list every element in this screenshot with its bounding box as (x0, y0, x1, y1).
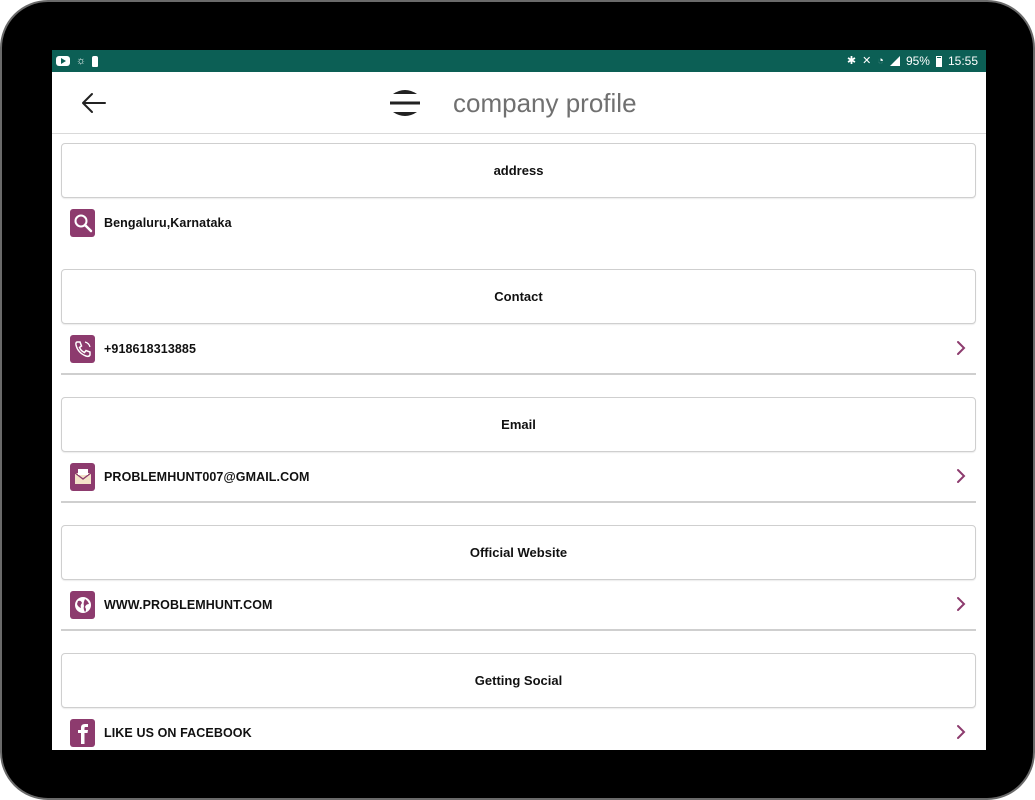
bluetooth-icon: ✱ (846, 54, 857, 67)
section-website: Official Website WWW.PROBLEMHUNT.COM (61, 525, 976, 631)
brightness-icon: ☼ (76, 54, 87, 67)
clock: 15:55 (947, 54, 978, 68)
battery-icon (935, 55, 942, 67)
phone-icon (70, 334, 95, 363)
back-button[interactable] (78, 87, 110, 119)
chevron-right-icon (957, 597, 966, 611)
search-icon (70, 208, 95, 237)
email-row[interactable]: PROBLEMHUNT007@GMAIL.COM (61, 452, 976, 503)
mail-icon (70, 462, 95, 491)
app-bar: company profile (52, 72, 986, 134)
section-address: address Bengaluru,Karnataka (61, 143, 976, 247)
wifi-icon: ◔ (877, 54, 884, 67)
email-value: PROBLEMHUNT007@GMAIL.COM (104, 469, 310, 484)
profile-content: address Bengaluru,Karnataka Contact +918… (61, 143, 976, 750)
section-social: Getting Social LIKE US ON FACEBOOK (61, 653, 976, 750)
youtube-icon (56, 56, 70, 66)
lock-icon (92, 55, 99, 67)
section-email: Email PROBLEMHUNT007@GMAIL.COM (61, 397, 976, 503)
section-header-address: address (61, 143, 976, 198)
facebook-row[interactable]: LIKE US ON FACEBOOK (61, 708, 976, 750)
arrow-left-icon (82, 93, 106, 113)
chevron-right-icon (957, 341, 966, 355)
facebook-icon (70, 718, 95, 747)
page-title: company profile (453, 88, 637, 118)
globe-icon (70, 590, 95, 619)
section-contact: Contact +918618313885 (61, 269, 976, 375)
website-value: WWW.PROBLEMHUNT.COM (104, 597, 273, 612)
section-header-contact: Contact (61, 269, 976, 324)
sphere-logo-icon (390, 90, 420, 116)
mute-icon: ✕ (862, 54, 872, 67)
contact-value: +918618313885 (104, 341, 197, 356)
facebook-value: LIKE US ON FACEBOOK (104, 725, 252, 740)
status-bar: ☼ ✱ ✕ ◔ 95% 15:55 (52, 50, 986, 72)
battery-percent: 95% (905, 54, 930, 68)
website-row[interactable]: WWW.PROBLEMHUNT.COM (61, 580, 976, 631)
section-header-email: Email (61, 397, 976, 452)
chevron-right-icon (957, 469, 966, 483)
address-row: Bengaluru,Karnataka (61, 198, 976, 247)
section-header-website: Official Website (61, 525, 976, 580)
screen: ☼ ✱ ✕ ◔ 95% 15:55 company profile addres… (52, 50, 986, 750)
address-value: Bengaluru,Karnataka (104, 215, 232, 230)
section-header-social: Getting Social (61, 653, 976, 708)
chevron-right-icon (957, 725, 966, 739)
contact-row[interactable]: +918618313885 (61, 324, 976, 375)
signal-icon (889, 56, 900, 66)
